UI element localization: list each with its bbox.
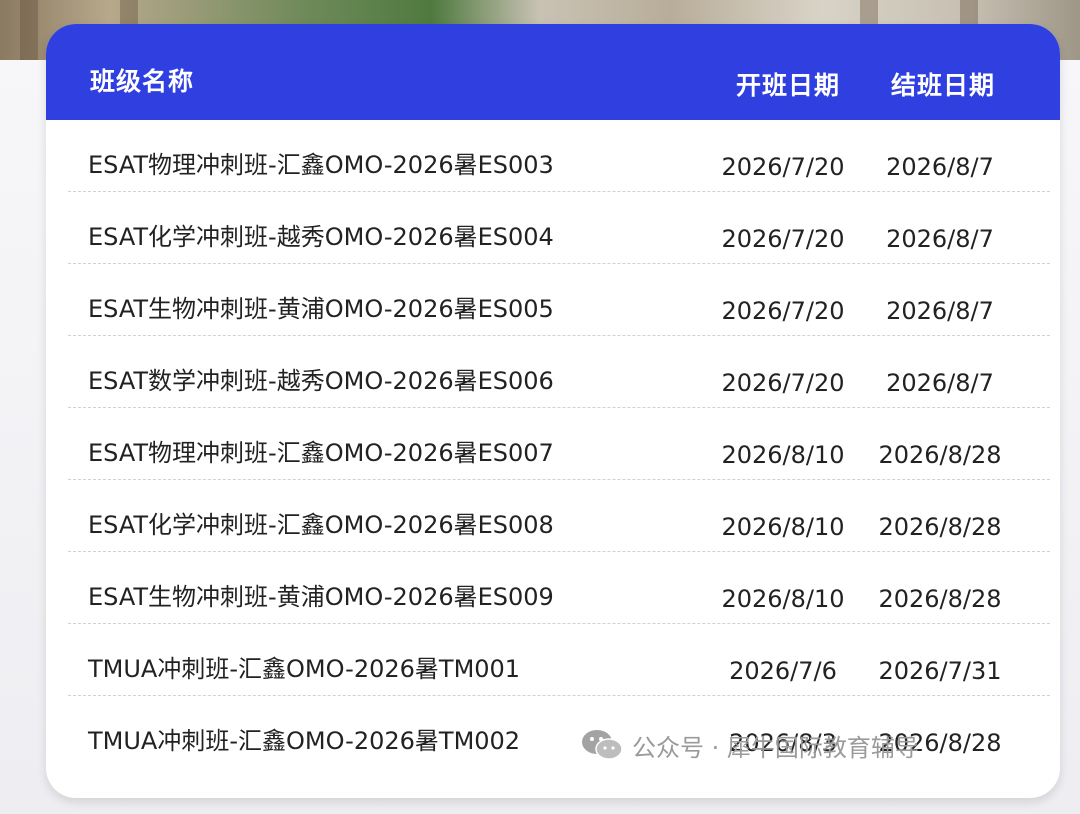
end-date-cell: 2026/8/7	[886, 369, 994, 397]
header-end-date: 结班日期	[891, 71, 996, 100]
header-start-date: 开班日期	[736, 71, 841, 100]
schedule-table-card: 班级名称 开班日期 结班日期 ESAT物理冲刺班-汇鑫OMO-2026暑ES00…	[46, 24, 1060, 798]
end-date-cell: 2026/8/28	[878, 513, 1002, 541]
table-row: ESAT物理冲刺班-汇鑫OMO-2026暑ES007 2026/8/10 202…	[46, 408, 1060, 480]
table-row: ESAT数学冲刺班-越秀OMO-2026暑ES006 2026/7/20 202…	[46, 336, 1060, 408]
start-date-cell: 2026/7/20	[721, 297, 845, 325]
start-date-cell: 2026/8/10	[721, 585, 845, 613]
end-date-cell: 2026/7/31	[878, 657, 1002, 685]
start-date-cell: 2026/8/10	[721, 513, 845, 541]
table-row: ESAT生物冲刺班-黄浦OMO-2026暑ES009 2026/8/10 202…	[46, 552, 1060, 624]
start-date-cell: 2026/7/6	[729, 657, 837, 685]
start-date-cell: 2026/7/20	[721, 369, 845, 397]
end-date-cell: 2026/8/7	[886, 297, 994, 325]
class-name-cell: ESAT生物冲刺班-黄浦OMO-2026暑ES009	[88, 583, 554, 611]
class-name-cell: ESAT化学冲刺班-越秀OMO-2026暑ES004	[88, 223, 554, 251]
start-date-cell: 2026/7/20	[721, 225, 845, 253]
table-row: ESAT物理冲刺班-汇鑫OMO-2026暑ES003 2026/7/20 202…	[46, 120, 1060, 192]
class-name-cell: TMUA冲刺班-汇鑫OMO-2026暑TM002	[88, 727, 521, 755]
end-date-cell: 2026/8/28	[878, 441, 1002, 469]
class-name-cell: TMUA冲刺班-汇鑫OMO-2026暑TM001	[88, 655, 521, 683]
table-header: 班级名称 开班日期 结班日期	[46, 24, 1060, 120]
end-date-cell: 2026/8/28	[878, 585, 1002, 613]
class-name-cell: ESAT生物冲刺班-黄浦OMO-2026暑ES005	[88, 295, 554, 323]
wechat-icon	[582, 730, 623, 760]
watermark-text: 公众号 · 犀牛国际教育辅导	[632, 733, 919, 762]
start-date-cell: 2026/7/20	[721, 153, 845, 181]
table-row: ESAT化学冲刺班-越秀OMO-2026暑ES004 2026/7/20 202…	[46, 192, 1060, 264]
class-name-cell: ESAT物理冲刺班-汇鑫OMO-2026暑ES003	[88, 151, 554, 179]
header-class-name: 班级名称	[90, 67, 195, 96]
table-row: ESAT生物冲刺班-黄浦OMO-2026暑ES005 2026/7/20 202…	[46, 264, 1060, 336]
class-name-cell: ESAT化学冲刺班-汇鑫OMO-2026暑ES008	[88, 511, 554, 539]
table-row: TMUA冲刺班-汇鑫OMO-2026暑TM001 2026/7/6 2026/7…	[46, 624, 1060, 696]
start-date-cell: 2026/8/10	[721, 441, 845, 469]
class-name-cell: ESAT数学冲刺班-越秀OMO-2026暑ES006	[88, 367, 554, 395]
watermark: 公众号 · 犀牛国际教育辅导	[580, 728, 919, 762]
table-row: ESAT化学冲刺班-汇鑫OMO-2026暑ES008 2026/8/10 202…	[46, 480, 1060, 552]
end-date-cell: 2026/8/7	[886, 225, 994, 253]
table-body: ESAT物理冲刺班-汇鑫OMO-2026暑ES003 2026/7/20 202…	[46, 120, 1060, 768]
class-name-cell: ESAT物理冲刺班-汇鑫OMO-2026暑ES007	[88, 439, 554, 467]
photo-pillar	[20, 0, 38, 60]
end-date-cell: 2026/8/7	[886, 153, 994, 181]
